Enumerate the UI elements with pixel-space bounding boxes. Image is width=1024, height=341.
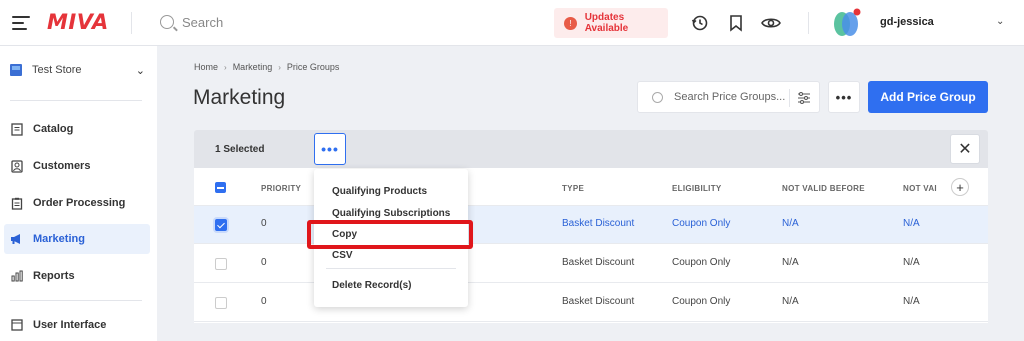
top-bar: MIVA Search ! Updates Available gd-jessi…	[0, 0, 1024, 46]
menu-icon[interactable]	[12, 16, 30, 30]
cell-eligibility: Coupon Only	[672, 218, 731, 229]
cell-priority: 0	[261, 296, 267, 307]
chevron-down-icon[interactable]: ⌄	[996, 16, 1004, 27]
bookmark-icon[interactable]	[726, 13, 746, 33]
catalog-icon	[10, 122, 23, 136]
avatar[interactable]	[830, 7, 862, 39]
breadcrumb: Home › Marketing › Price Groups	[194, 62, 339, 72]
sidebar-item-marketing[interactable]: Marketing	[4, 224, 150, 254]
eye-icon[interactable]	[761, 13, 781, 33]
chevron-right-icon: ›	[278, 62, 281, 72]
menu-item-qualifying-products[interactable]: Qualifying Products	[332, 186, 427, 197]
copy-highlight-box	[307, 220, 473, 249]
column-header-eligibility[interactable]: ELIGIBILITY	[672, 184, 722, 193]
sidebar-item-reports[interactable]: Reports	[4, 261, 150, 291]
search-icon	[652, 92, 663, 103]
select-all-checkbox[interactable]	[215, 182, 226, 193]
store-icon	[10, 64, 22, 76]
column-header-priority[interactable]: PRIORITY	[261, 184, 301, 193]
alert-icon: !	[564, 16, 577, 30]
more-options-button[interactable]: •••	[828, 81, 860, 113]
marketing-icon	[10, 233, 23, 246]
cell-not-valid-before: N/A	[782, 296, 799, 307]
sidebar-item-customers[interactable]: Customers	[4, 151, 150, 181]
sidebar-item-label: Customers	[33, 160, 91, 172]
sidebar-item-user-interface[interactable]: User Interface	[4, 310, 150, 340]
updates-label: Updates Available	[584, 12, 629, 34]
cell-priority: 0	[261, 218, 267, 229]
cell-not-valid-after: N/A	[903, 296, 920, 307]
sidebar: Test Store ⌄ Catalog Customers Order Pro…	[0, 46, 157, 341]
price-group-search-input[interactable]: Search Price Groups...	[637, 81, 820, 113]
history-icon[interactable]	[690, 13, 710, 33]
column-header-not-valid-before[interactable]: NOT VALID BEFORE	[782, 184, 865, 193]
filter-icon[interactable]	[797, 91, 811, 110]
global-search-input[interactable]: Search	[182, 15, 223, 30]
selection-actions-button[interactable]: •••	[314, 133, 346, 165]
sidebar-item-catalog[interactable]: Catalog	[4, 114, 150, 144]
updates-available-button[interactable]: ! Updates Available	[554, 8, 668, 38]
breadcrumb-home[interactable]: Home	[194, 62, 218, 72]
cell-not-valid-before: N/A	[782, 257, 799, 268]
chevron-right-icon: ›	[224, 62, 227, 72]
ui-icon	[10, 319, 23, 332]
column-header-not-valid-after[interactable]: NOT VAI	[903, 184, 937, 193]
reports-icon	[10, 270, 23, 283]
cell-eligibility: Coupon Only	[672, 296, 731, 307]
selected-count: 1 Selected	[215, 144, 265, 155]
sidebar-item-order-processing[interactable]: Order Processing	[4, 188, 150, 218]
search-placeholder: Search Price Groups...	[674, 91, 786, 103]
row-checkbox[interactable]	[215, 297, 227, 309]
search-icon	[160, 15, 174, 29]
column-header-type[interactable]: TYPE	[562, 184, 584, 193]
row-checkbox[interactable]	[215, 258, 227, 270]
divider	[10, 300, 142, 301]
sidebar-item-label: User Interface	[33, 319, 107, 331]
chevron-down-icon: ⌄	[135, 65, 145, 77]
store-name: Test Store	[32, 64, 82, 76]
customers-icon	[10, 159, 23, 173]
page-title: Marketing	[193, 86, 286, 109]
sidebar-item-label: Reports	[33, 270, 75, 282]
divider	[326, 268, 456, 269]
add-column-button[interactable]: +	[951, 178, 969, 196]
cell-not-valid-before: N/A	[782, 218, 799, 229]
sidebar-item-label: Order Processing	[33, 197, 126, 209]
divider	[131, 12, 132, 34]
order-icon	[10, 197, 23, 210]
sidebar-item-label: Catalog	[33, 123, 74, 135]
menu-item-delete-records[interactable]: Delete Record(s)	[332, 280, 411, 291]
add-price-group-button[interactable]: Add Price Group	[868, 81, 988, 113]
cell-not-valid-after: N/A	[903, 218, 920, 229]
menu-item-qualifying-subscriptions[interactable]: Qualifying Subscriptions	[332, 208, 450, 219]
divider	[789, 89, 790, 107]
divider	[10, 100, 142, 101]
store-selector[interactable]: Test Store ⌄	[10, 64, 145, 77]
clear-selection-button[interactable]: ✕	[950, 134, 980, 164]
cell-eligibility: Coupon Only	[672, 257, 731, 268]
cell-type: Basket Discount	[562, 257, 635, 268]
breadcrumb-price-groups[interactable]: Price Groups	[287, 62, 340, 72]
breadcrumb-marketing[interactable]: Marketing	[233, 62, 273, 72]
miva-logo[interactable]: MIVA	[47, 10, 109, 34]
menu-item-csv[interactable]: CSV	[332, 250, 353, 261]
divider	[808, 12, 809, 34]
row-checkbox[interactable]	[215, 219, 227, 231]
username[interactable]: gd-jessica	[880, 16, 934, 28]
cell-priority: 0	[261, 257, 267, 268]
cell-type: Basket Discount	[562, 218, 635, 229]
sidebar-item-label: Marketing	[33, 233, 85, 245]
cell-type: Basket Discount	[562, 296, 635, 307]
cell-not-valid-after: N/A	[903, 257, 920, 268]
